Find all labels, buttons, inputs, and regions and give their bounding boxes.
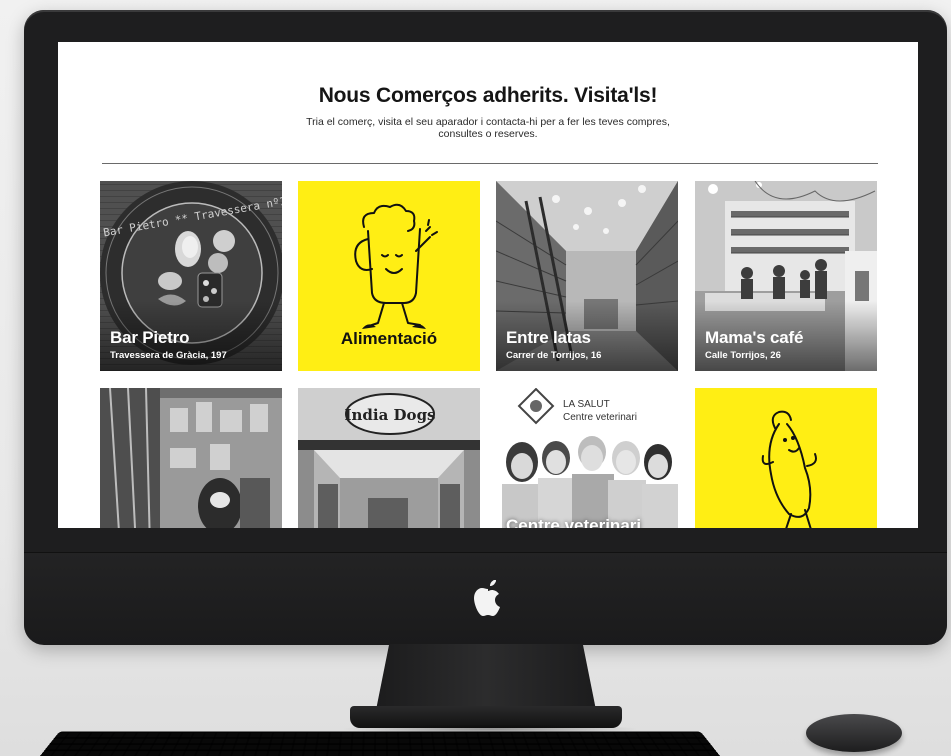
- keyboard: [40, 731, 720, 756]
- shop-name: Centre veterinari: [506, 516, 642, 528]
- shop-name: Entre latas: [506, 328, 591, 347]
- svg-text:India Dogs: India Dogs: [345, 406, 436, 424]
- shop-name: Bar Pietro: [110, 328, 190, 347]
- shop-address: Calle Torrijos, 26: [705, 350, 781, 361]
- screen: Nous Comerços adherits. Visita'ls! Tria …: [58, 42, 918, 528]
- page-title: Nous Comerços adherits. Visita'ls!: [318, 84, 658, 107]
- vet-brand-line1: LA SALUT: [563, 399, 610, 410]
- shop-name: Alimentació: [340, 329, 438, 348]
- page-subtitle: Tria el comerç, visita el seu aparador i…: [306, 116, 670, 140]
- shop-tile-8[interactable]: [695, 388, 877, 528]
- shop-tile-alimentacio[interactable]: Alimentació: [298, 181, 480, 371]
- india-dogs-photo: India Dogs: [298, 388, 480, 528]
- market-photo: [100, 388, 282, 528]
- sausage-mascot-icon: [761, 410, 817, 528]
- shop-tile-bar-pietro[interactable]: ** Bar Pietro ** Travessera nº197 Bar Pi…: [100, 181, 282, 371]
- shop-tile-india-dogs[interactable]: India Dogs: [298, 388, 480, 528]
- shop-tile-5[interactable]: [100, 388, 282, 528]
- shop-address: Travessera de Gràcia, 197: [110, 350, 227, 361]
- shop-address: Carrer de Torrijos, 16: [506, 350, 602, 361]
- imac-stand-neck: [376, 644, 596, 710]
- mouse: [806, 714, 902, 752]
- shop-tile-centre-veterinari[interactable]: LA SALUT Centre veterinari Centre veteri…: [496, 388, 678, 528]
- shop-tile-mamas-cafe[interactable]: Mama's café Calle Torrijos, 26: [695, 181, 877, 371]
- vet-brand: LA SALUT Centre veterinari: [563, 398, 637, 424]
- divider: [102, 163, 878, 164]
- shop-name: Mama's café: [705, 328, 804, 347]
- apple-logo-icon: [474, 580, 500, 616]
- shop-tile-entre-latas[interactable]: Entre latas Carrer de Torrijos, 16: [496, 181, 678, 371]
- vet-brand-line2: Centre veterinari: [563, 412, 637, 423]
